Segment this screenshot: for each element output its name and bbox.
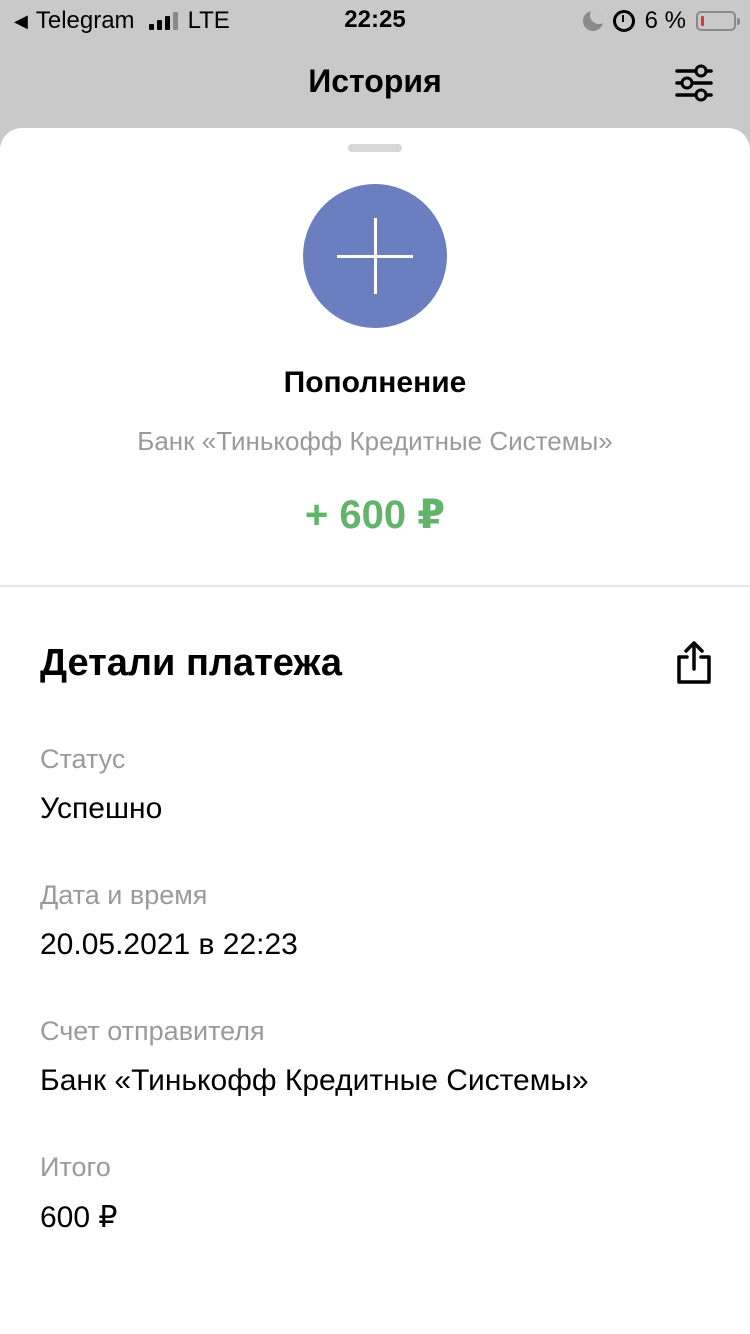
status-label: Статус — [40, 744, 126, 774]
operation-title: Пополнение — [283, 366, 467, 399]
battery-icon — [696, 11, 740, 31]
operation-sheet: Пополнение Банк «Тинькофф Кредитные Сист… — [0, 128, 750, 1334]
sender-account-label: Счет отправителя — [40, 1016, 265, 1046]
share-button[interactable] — [674, 640, 714, 686]
total-label: Итого — [40, 1152, 111, 1182]
operation-amount: + 600 ₽ — [304, 493, 446, 537]
alarm-icon — [612, 10, 635, 32]
sliders-icon — [675, 64, 713, 102]
status-bar: ◀ Telegram LTE 22:25 6 % — [0, 0, 750, 40]
status-value: Успешно — [40, 792, 163, 825]
battery-percent: 6 % — [644, 7, 686, 34]
divider — [0, 585, 750, 587]
plus-icon — [303, 184, 447, 328]
datetime-value: 20.05.2021 в 22:23 — [40, 928, 298, 961]
page-title: История — [308, 63, 442, 99]
sender-account-value: Банк «Тинькофф Кредитные Системы» — [40, 1064, 589, 1097]
filter-button[interactable] — [674, 64, 714, 102]
share-icon — [677, 641, 711, 684]
datetime-label: Дата и время — [40, 880, 208, 910]
do-not-disturb-icon — [582, 11, 603, 31]
operation-subtitle: Банк «Тинькофф Кредитные Системы» — [137, 426, 613, 456]
total-value: 600 ₽ — [40, 1201, 118, 1234]
sheet-grabber[interactable] — [348, 144, 402, 152]
nav-header: История — [0, 40, 750, 128]
details-title: Детали платежа — [40, 642, 342, 684]
